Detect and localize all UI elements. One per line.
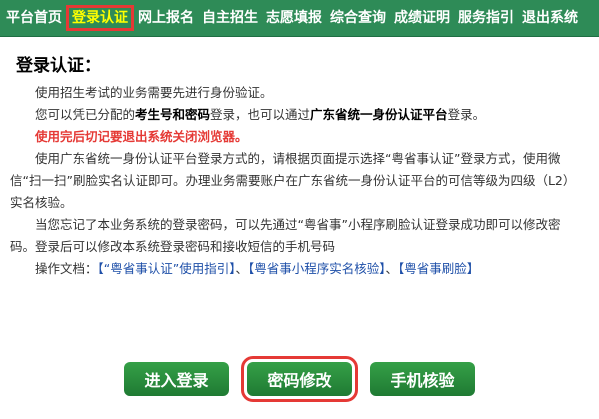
nav-item-logout[interactable]: 退出系统 bbox=[518, 7, 582, 29]
docs-separator-1: 、 bbox=[235, 261, 248, 276]
change-password-button[interactable]: 密码修改 bbox=[241, 356, 358, 402]
nav-item-login-auth[interactable]: 登录认证 bbox=[66, 5, 134, 31]
top-navigation: 平台首页 登录认证 网上报名 自主招生 志愿填报 综合查询 成绩证明 服务指引 … bbox=[0, 0, 599, 37]
p2-prefix: 您可以凭已分配的 bbox=[35, 107, 136, 122]
docs-paragraph: 操作文档：【“粤省事认证”使用指引】、【粤省事小程序实名核验】、【粤省事刷脸】 bbox=[10, 258, 583, 280]
nav-item-service-guide[interactable]: 服务指引 bbox=[454, 7, 518, 29]
doc-link-yss-auth-guide[interactable]: 【“粤省事认证”使用指引】 bbox=[98, 261, 236, 276]
docs-separator-2: 、 bbox=[385, 261, 399, 276]
p2-mid: 登录，也可以通过 bbox=[210, 107, 311, 122]
login-button[interactable]: 进入登录 bbox=[124, 362, 229, 396]
nav-item-home[interactable]: 平台首页 bbox=[2, 7, 66, 29]
nav-item-online-registration[interactable]: 网上报名 bbox=[134, 7, 198, 29]
page-title: 登录认证： bbox=[16, 56, 101, 76]
warning-text: 使用完后切记要退出系统关闭浏览器。 bbox=[35, 129, 248, 144]
phone-verify-button[interactable]: 手机核验 bbox=[370, 362, 475, 396]
instruction-paragraph-3: 使用广东省统一身份认证平台登录方式的，请根据页面提示选择“粤省事认证”登录方式，… bbox=[10, 151, 576, 210]
p2-bold-platform: 广东省统一身份认证平台 bbox=[310, 107, 448, 122]
instruction-paragraph-1: 使用招生考试的业务需要先进行身份验证。 bbox=[35, 85, 273, 100]
login-auth-content: 登录认证： 使用招生考试的业务需要先进行身份验证。 您可以凭已分配的考生号和密码… bbox=[0, 37, 599, 280]
instruction-paragraph-4: 当您忘记了本业务系统的登录密码，可以先通过“粤省事”小程序刷脸认证登录成功即可以… bbox=[10, 217, 561, 254]
instruction-paragraph-2: 您可以凭已分配的考生号和密码登录，也可以通过广东省统一身份认证平台登录。 bbox=[10, 104, 583, 126]
nav-item-comprehensive-query[interactable]: 综合查询 bbox=[326, 7, 390, 29]
p2-bold-credentials: 考生号和密码 bbox=[135, 107, 211, 122]
doc-link-yss-miniprogram-verify[interactable]: 【粤省事小程序实名核验】 bbox=[248, 261, 386, 276]
doc-link-yss-face-scan[interactable]: 【粤省事刷脸】 bbox=[398, 261, 479, 276]
docs-prefix: 操作文档： bbox=[35, 261, 98, 276]
p2-suffix: 登录。 bbox=[447, 107, 486, 122]
nav-item-score-certificate[interactable]: 成绩证明 bbox=[390, 7, 454, 29]
nav-item-independent-enrollment[interactable]: 自主招生 bbox=[198, 7, 262, 29]
action-buttons: 进入登录 密码修改 手机核验 bbox=[0, 356, 599, 402]
nav-item-application-filling[interactable]: 志愿填报 bbox=[262, 7, 326, 29]
